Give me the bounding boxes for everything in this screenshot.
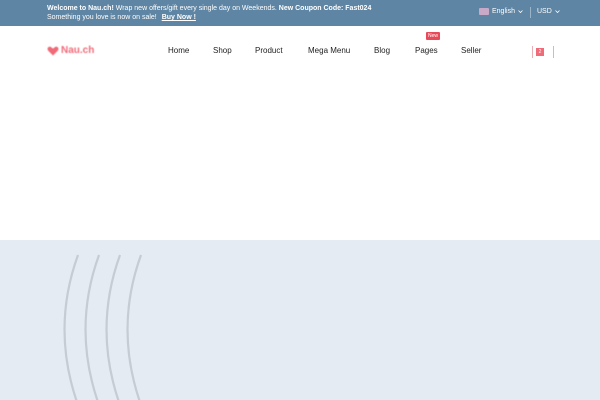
- hero-section: [0, 240, 600, 400]
- topbar-divider: [530, 7, 531, 18]
- buy-now-link[interactable]: Buy Now !: [162, 14, 196, 21]
- chevron-down-icon: [554, 10, 560, 14]
- nav-home[interactable]: Home: [168, 46, 189, 55]
- cart-divider-right: [553, 46, 554, 58]
- sale-text: Something you love is now on sale!: [47, 14, 157, 21]
- promo-text: Welcome to Nau.ch! Wrap new offers/gift …: [47, 4, 371, 22]
- welcome-text: Wrap new offers/gift every single day on…: [115, 5, 277, 12]
- nav-pages[interactable]: Pages: [415, 46, 438, 55]
- flag-icon: [479, 8, 489, 15]
- currency-selector[interactable]: USD: [537, 8, 560, 15]
- top-promo-bar: Welcome to Nau.ch! Wrap new offers/gift …: [0, 0, 600, 26]
- main-header: Nau.ch Home Shop Product Mega Menu Blog …: [0, 26, 600, 74]
- main-nav: Home Shop Product Mega Menu Blog Pages N…: [0, 32, 600, 58]
- cart-count-badge: 2: [536, 48, 544, 56]
- currency-label: USD: [537, 8, 552, 15]
- nav-product[interactable]: Product: [255, 46, 283, 55]
- cart-divider: [532, 46, 533, 58]
- chevron-down-icon: [518, 10, 523, 14]
- nav-seller[interactable]: Seller: [461, 46, 481, 55]
- coupon-code: New Coupon Code: Fast024: [278, 5, 372, 12]
- welcome-title: Welcome to Nau.ch!: [47, 5, 114, 12]
- language-label: English: [492, 8, 515, 15]
- decorative-arcs: [63, 254, 143, 400]
- language-selector[interactable]: English: [479, 8, 523, 15]
- new-badge: New: [426, 32, 441, 40]
- cart-button[interactable]: 2: [532, 46, 554, 58]
- nav-blog[interactable]: Blog: [374, 46, 390, 55]
- nav-shop[interactable]: Shop: [213, 46, 232, 55]
- nav-mega-menu[interactable]: Mega Menu: [308, 46, 350, 55]
